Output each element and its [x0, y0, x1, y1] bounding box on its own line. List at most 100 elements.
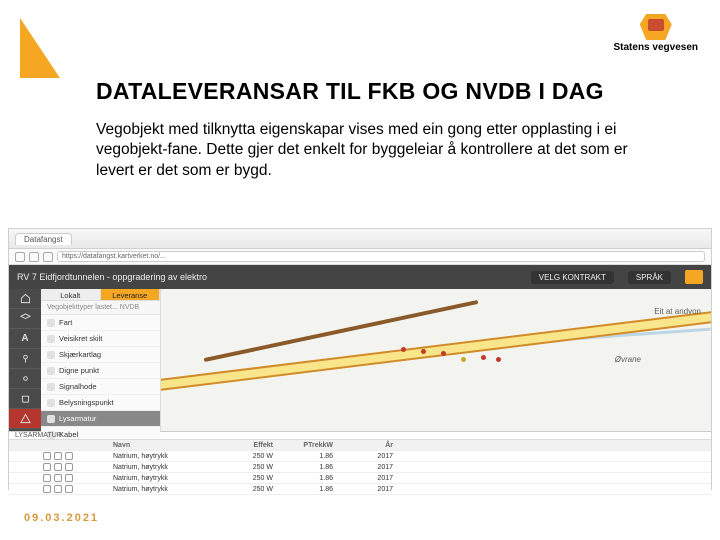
project-title: RV 7 Eidfjordtunnelen - oppgradering av … — [17, 272, 517, 282]
data-panel: LYSARMATUR Navn Effekt PTrekkW År Natriu… — [9, 431, 711, 491]
slide-body: Vegobjekt med tilknytta eigenskapar vise… — [96, 120, 636, 181]
map-point-icon[interactable] — [421, 349, 426, 354]
row-check-icon[interactable] — [43, 485, 51, 493]
map-label-eit: Eit at andvon — [654, 307, 701, 316]
row-edit-icon[interactable] — [54, 485, 62, 493]
row-del-icon[interactable] — [65, 485, 73, 493]
sb-pin-icon[interactable] — [9, 349, 41, 369]
map-label-ovrane: Øvrane — [615, 355, 641, 364]
row-del-icon[interactable] — [65, 463, 73, 471]
layer-item[interactable]: Signalhode — [41, 379, 160, 395]
cell-v2: 1.86 — [283, 453, 343, 460]
row-check-icon[interactable] — [43, 452, 51, 460]
map-point-icon[interactable] — [401, 347, 406, 352]
slide-title: DATALEVERANSAR TIL FKB OG NVDB I DAG — [96, 78, 604, 105]
table-row[interactable]: Natrium, høytrykk 250 W 1.86 2017 — [9, 473, 711, 484]
cell-v2: 1.86 — [283, 486, 343, 493]
layer-swatch-icon — [47, 399, 55, 407]
row-edit-icon[interactable] — [54, 474, 62, 482]
layer-item[interactable]: Belysningspunkt — [41, 395, 160, 411]
layer-label: Digne punkt — [59, 366, 99, 375]
browser-url-bar: https://datafangst.kartverket.no/... — [9, 249, 711, 265]
forward-icon[interactable] — [29, 252, 39, 262]
row-edit-icon[interactable] — [54, 463, 62, 471]
data-table: Navn Effekt PTrekkW År Natrium, høytrykk… — [9, 440, 711, 495]
cell-name: Natrium, høytrykk — [113, 464, 223, 471]
browser-tab[interactable]: Datafangst — [15, 233, 72, 245]
cell-v3: 2017 — [343, 464, 403, 471]
data-panel-header: LYSARMATUR — [9, 432, 711, 440]
app-sidebar: A — [9, 289, 41, 431]
app-header: RV 7 Eidfjordtunnelen - oppgradering av … — [9, 265, 711, 289]
corner-accent — [20, 18, 60, 78]
sb-text-icon[interactable]: A — [9, 329, 41, 349]
cell-v3: 2017 — [343, 475, 403, 482]
select-contract-button[interactable]: VELG KONTRAKT — [531, 271, 614, 284]
language-button[interactable]: SPRÅK — [628, 271, 671, 284]
table-header-row: Navn Effekt PTrekkW År — [9, 440, 711, 451]
panel-subheader: Vegobjekttyper lastet... NVDB — [41, 301, 160, 315]
cell-v1: 250 W — [223, 475, 283, 482]
map-canvas[interactable]: Øvrane Eit at andvon — [161, 289, 711, 431]
layer-item-active[interactable]: Lysarmatur — [41, 411, 160, 427]
brand-name: Statens vegvesen — [614, 42, 699, 53]
layer-swatch-icon — [47, 319, 55, 327]
layer-swatch-icon — [47, 335, 55, 343]
row-edit-icon[interactable] — [54, 452, 62, 460]
layer-item[interactable]: Skjærkartlag — [41, 347, 160, 363]
back-icon[interactable] — [15, 252, 25, 262]
map-point-icon[interactable] — [461, 357, 466, 362]
layer-item[interactable]: Digne punkt — [41, 363, 160, 379]
table-row[interactable]: Natrium, høytrykk 250 W 1.86 2017 — [9, 484, 711, 495]
layer-item[interactable]: Veisikret skilt — [41, 331, 160, 347]
cell-v2: 1.86 — [283, 475, 343, 482]
sb-layers-icon[interactable] — [9, 309, 41, 329]
col-ptrekk: PTrekkW — [283, 442, 343, 449]
tab-lokalt[interactable]: Lokalt — [41, 289, 101, 300]
cell-v3: 2017 — [343, 486, 403, 493]
app-body: A Lokalt Leveranse Vegobjekttyper lastet… — [9, 289, 711, 431]
sb-trash-icon[interactable] — [9, 389, 41, 409]
sb-gear-icon[interactable] — [9, 369, 41, 389]
cell-v3: 2017 — [343, 453, 403, 460]
brand-block: Statens vegvesen — [614, 14, 699, 53]
brand-mini-icon — [685, 270, 703, 284]
layer-swatch-icon — [47, 415, 55, 423]
cell-v1: 250 W — [223, 453, 283, 460]
cell-v1: 250 W — [223, 464, 283, 471]
sb-home-icon[interactable] — [9, 289, 41, 309]
layer-label: Fart — [59, 318, 72, 327]
map-point-icon[interactable] — [496, 357, 501, 362]
layer-label: Signalhode — [59, 382, 97, 391]
sb-warn-icon[interactable] — [9, 409, 41, 429]
reload-icon[interactable] — [43, 252, 53, 262]
row-check-icon[interactable] — [43, 463, 51, 471]
cell-v2: 1.86 — [283, 464, 343, 471]
row-check-icon[interactable] — [43, 474, 51, 482]
cell-name: Natrium, høytrykk — [113, 486, 223, 493]
cell-name: Natrium, høytrykk — [113, 475, 223, 482]
layer-swatch-icon — [47, 351, 55, 359]
cell-v1: 250 W — [223, 486, 283, 493]
map-point-icon[interactable] — [481, 355, 486, 360]
panel-title: LYSARMATUR — [15, 432, 62, 439]
layer-panel: Lokalt Leveranse Vegobjekttyper lastet..… — [41, 289, 161, 431]
layer-swatch-icon — [47, 383, 55, 391]
slide-date: 09.03.2021 — [24, 512, 99, 524]
row-del-icon[interactable] — [65, 452, 73, 460]
col-name: Navn — [113, 442, 223, 449]
layer-label: Lysarmatur — [59, 414, 96, 423]
row-del-icon[interactable] — [65, 474, 73, 482]
address-input[interactable]: https://datafangst.kartverket.no/... — [57, 251, 705, 262]
layer-label: Belysningspunkt — [59, 398, 114, 407]
table-row[interactable]: Natrium, høytrykk 250 W 1.86 2017 — [9, 462, 711, 473]
tab-leveranse[interactable]: Leveranse — [101, 289, 161, 300]
browser-tab-bar: Datafangst — [9, 229, 711, 249]
brand-logo-icon — [640, 14, 672, 40]
layer-label: Veisikret skilt — [59, 334, 102, 343]
layer-swatch-icon — [47, 367, 55, 375]
table-row[interactable]: Natrium, høytrykk 250 W 1.86 2017 — [9, 451, 711, 462]
col-effekt: Effekt — [223, 442, 283, 449]
layer-item[interactable]: Fart — [41, 315, 160, 331]
map-point-icon[interactable] — [441, 351, 446, 356]
